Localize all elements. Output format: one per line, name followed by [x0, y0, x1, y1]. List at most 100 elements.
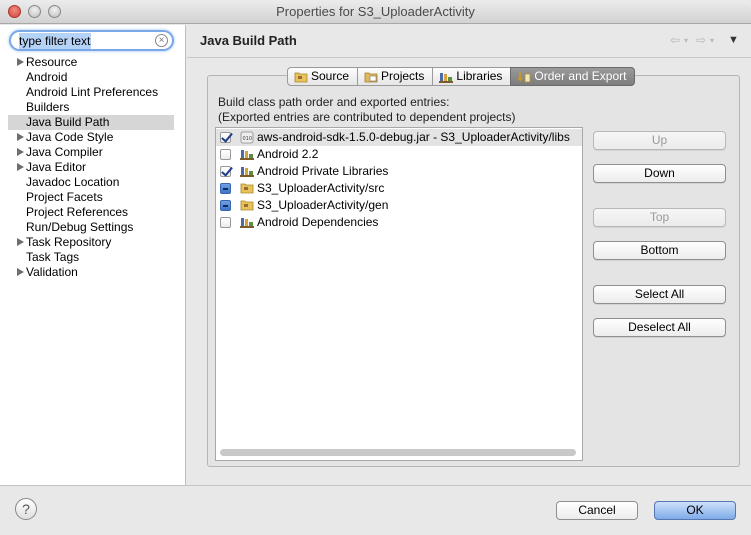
horizontal-scrollbar[interactable] [220, 449, 576, 456]
filter-box[interactable]: × [9, 30, 174, 51]
export-checkbox[interactable] [220, 149, 231, 160]
tree-item[interactable]: Builders [0, 100, 186, 115]
description-line-2: (Exported entries are contributed to dep… [218, 110, 516, 124]
tree-item-label: Task Repository [26, 235, 112, 249]
view-menu-icon[interactable]: ▼ [728, 34, 739, 46]
export-checkbox[interactable] [220, 200, 231, 211]
tree-item-label: Java Compiler [26, 145, 103, 159]
select-all-button[interactable]: Select All [593, 285, 726, 304]
expand-arrow-icon[interactable] [17, 238, 24, 246]
order-export-description: Build class path order and exported entr… [218, 95, 516, 125]
forward-arrow-icon[interactable]: ⇨ [696, 33, 706, 47]
entry-label: Android Dependencies [257, 215, 379, 229]
entry-label: S3_UploaderActivity/src [257, 181, 385, 195]
footer-divider [0, 485, 751, 486]
bottom-button[interactable]: Bottom [593, 241, 726, 260]
down-button[interactable]: Down [593, 164, 726, 183]
expand-arrow-icon[interactable] [17, 268, 24, 276]
tree-item[interactable]: Resource [0, 55, 186, 70]
tree-item[interactable]: Run/Debug Settings [0, 220, 186, 235]
tree-item[interactable]: Task Tags [0, 250, 186, 265]
export-checkbox[interactable] [220, 132, 231, 143]
sidebar: × ResourceAndroidAndroid Lint Preference… [0, 25, 186, 485]
order-export-icon [517, 71, 531, 83]
list-item[interactable]: S3_UploaderActivity/gen [216, 197, 582, 214]
back-menu-chevron-icon[interactable]: ▾ [684, 36, 688, 45]
expand-arrow-icon[interactable] [17, 163, 24, 171]
jar-icon: 010 [240, 131, 254, 144]
tree-item[interactable]: Java Compiler [0, 145, 186, 160]
tree-item[interactable]: Java Build Path [8, 115, 174, 130]
tree-item-label: Project Facets [26, 190, 103, 204]
svg-text:010: 010 [243, 136, 253, 142]
page-title: Java Build Path [200, 33, 297, 48]
tree-item[interactable]: Android [0, 70, 186, 85]
tree-item-label: Android [26, 70, 68, 84]
tree-item-label: Resource [26, 55, 78, 69]
expand-arrow-icon[interactable] [17, 58, 24, 66]
source-folder-icon [240, 199, 254, 212]
expand-arrow-icon[interactable] [17, 133, 24, 141]
deselect-all-button[interactable]: Deselect All [593, 318, 726, 337]
title-bar: Properties for S3_UploaderActivity [0, 0, 751, 24]
tree-item-label: Builders [26, 100, 70, 114]
tree-item[interactable]: Validation [0, 265, 186, 280]
tab-source[interactable]: Source [287, 67, 359, 86]
history-navigation: ⇦ ▾ ⇨ ▾ ▼ [670, 33, 745, 49]
up-button[interactable]: Up [593, 131, 726, 150]
tree-item[interactable]: Project Facets [0, 190, 186, 205]
tree-item-label: Validation [26, 265, 78, 279]
library-icon [240, 216, 254, 229]
export-checkbox[interactable] [220, 166, 231, 177]
top-button[interactable]: Top [593, 208, 726, 227]
tree-item-label: Javadoc Location [26, 175, 120, 189]
tree-item[interactable]: Project References [0, 205, 186, 220]
back-arrow-icon[interactable]: ⇦ [670, 33, 680, 47]
ok-button[interactable]: OK [654, 501, 736, 520]
clear-filter-icon[interactable]: × [155, 34, 168, 47]
forward-menu-chevron-icon[interactable]: ▾ [710, 36, 714, 45]
help-icon[interactable]: ? [15, 498, 37, 520]
tree-item[interactable]: Java Code Style [0, 130, 186, 145]
tree-item[interactable]: Android Lint Preferences [0, 85, 186, 100]
tree-item-label: Java Build Path [26, 115, 110, 129]
export-checkbox[interactable] [220, 217, 231, 228]
library-icon [240, 148, 254, 161]
library-icon [240, 165, 254, 178]
tree-item[interactable]: Javadoc Location [0, 175, 186, 190]
libraries-icon [439, 71, 454, 83]
tab-projects[interactable]: Projects [357, 67, 434, 86]
tree-item-label: Android Lint Preferences [26, 85, 159, 99]
tab-label: Projects [381, 69, 425, 83]
expand-arrow-icon[interactable] [17, 148, 24, 156]
cancel-button[interactable]: Cancel [556, 501, 638, 520]
list-item[interactable]: Android 2.2 [216, 146, 582, 163]
tab-label: Libraries [456, 69, 503, 83]
tree-item-label: Run/Debug Settings [26, 220, 134, 234]
source-folder-icon [240, 182, 254, 195]
tree-item-label: Java Code Style [26, 130, 114, 144]
list-item[interactable]: Android Private Libraries [216, 163, 582, 180]
export-checkbox[interactable] [220, 183, 231, 194]
list-item[interactable]: S3_UploaderActivity/src [216, 180, 582, 197]
projects-icon [364, 71, 378, 83]
window-title: Properties for S3_UploaderActivity [276, 4, 475, 19]
entry-label: Android 2.2 [257, 147, 319, 161]
build-path-entries-list[interactable]: Android Dependencies S3_UploaderActivity/… [215, 127, 583, 461]
source-folder-icon [294, 71, 308, 83]
entry-label: S3_UploaderActivity/gen [257, 198, 389, 212]
tree-item[interactable]: Java Editor [0, 160, 186, 175]
filter-input[interactable] [19, 33, 149, 49]
properties-tree: Resource Android Android Lint Preferences B… [0, 55, 186, 280]
list-item[interactable]: Android Dependencies [216, 214, 582, 231]
tree-item[interactable]: Task Repository [0, 235, 186, 250]
header-divider [187, 57, 751, 58]
tree-item-label: Task Tags [26, 250, 80, 264]
list-item[interactable]: 010 aws-android-sdk-1.5.0-debug.jar - S3_… [216, 129, 582, 146]
tab-label: Source [311, 69, 350, 83]
tree-item-label: Project References [26, 205, 129, 219]
tab-order-and-export[interactable]: Order and Export [510, 67, 636, 86]
tab-libraries[interactable]: Libraries [432, 67, 512, 86]
entry-label: Android Private Libraries [257, 164, 389, 178]
tab-label: Order and Export [534, 69, 627, 83]
